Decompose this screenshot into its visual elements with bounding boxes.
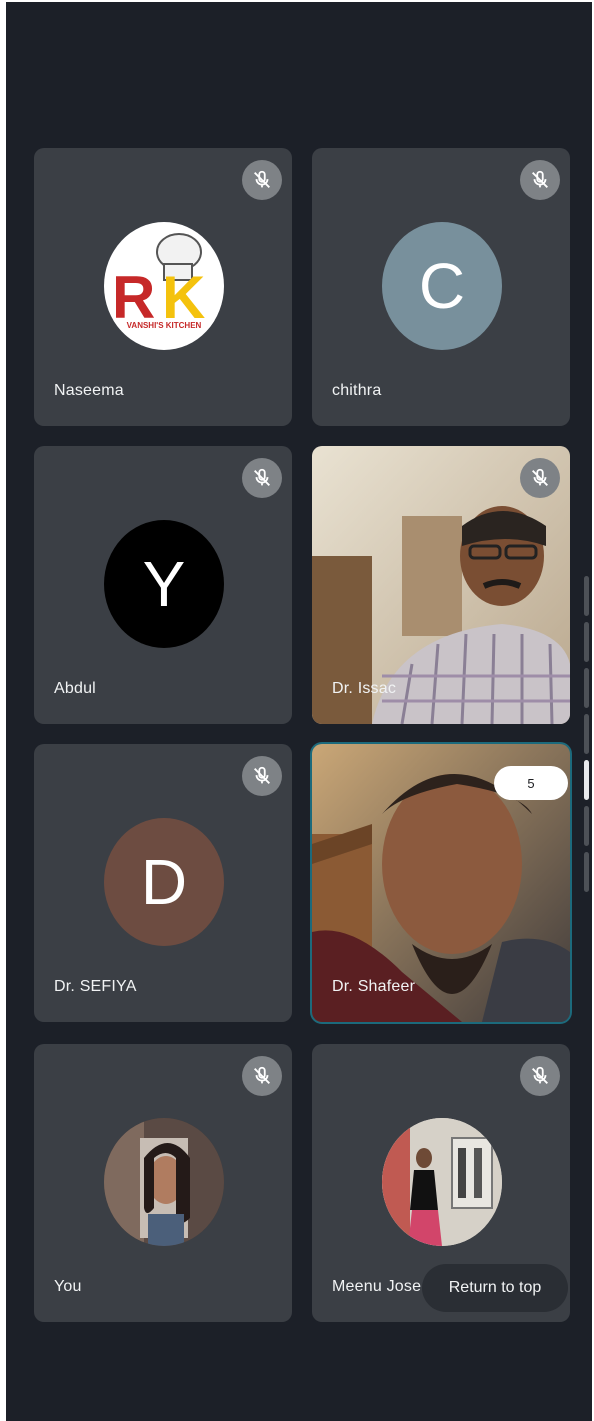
avatar-letter: C [418,250,466,322]
mic-off-icon [242,160,282,200]
participant-tile[interactable]: Y Abdul [34,446,292,724]
mic-off-icon [520,1056,560,1096]
participant-name: chithra [332,382,382,399]
participant-name: Dr. SEFIYA [54,978,137,995]
scroll-indicator[interactable] [582,576,590,896]
participant-video-tile-active[interactable]: 5 Dr. Shafeer [310,742,572,1024]
participant-name: Dr. Issac [332,680,397,697]
participant-tile[interactable]: C chithra [312,148,570,426]
mic-off-icon [520,160,560,200]
participant-name: Abdul [54,680,96,697]
mic-off-icon [242,458,282,498]
letter-avatar: C [382,222,502,350]
meeting-grid-screen: R K VANSHI'S KITCHEN Naseema C chithra Y… [6,2,592,1421]
logo-subtext: VANSHI'S KITCHEN [127,321,202,330]
participant-video-tile[interactable]: Dr. Issac [312,446,570,724]
participant-tile[interactable]: R K VANSHI'S KITCHEN Naseema [34,148,292,426]
rk-kitchen-logo-avatar: R K VANSHI'S KITCHEN [104,222,224,350]
letter-avatar: Y [104,520,224,648]
profile-photo-avatar [382,1118,502,1246]
avatar-letter: D [140,846,188,918]
mic-off-icon [242,1056,282,1096]
avatar-letter: Y [142,548,186,620]
reaction-count-badge: 5 [494,766,568,800]
participant-tile-self[interactable]: You [34,1044,292,1322]
participant-name: Meenu Jose [332,1278,422,1295]
participant-name: Dr. Shafeer [332,978,416,995]
scroll-thumb[interactable] [584,760,589,800]
return-to-top-button[interactable]: Return to top [422,1264,568,1312]
mic-off-icon [242,756,282,796]
participant-name: Naseema [54,382,124,399]
participant-tile[interactable]: D Dr. SEFIYA [34,744,292,1022]
profile-photo-avatar [104,1118,224,1246]
mic-off-icon [520,458,560,498]
participant-name: You [54,1278,82,1295]
letter-avatar: D [104,818,224,946]
